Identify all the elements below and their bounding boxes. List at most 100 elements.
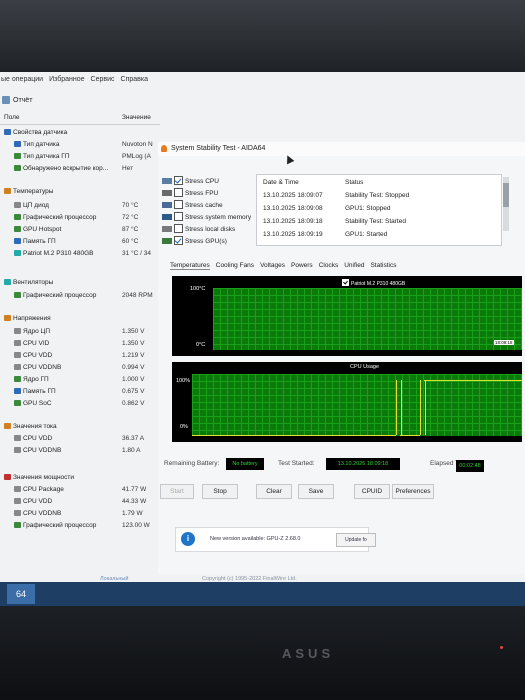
menu-item-favorites[interactable]: Избранное	[49, 76, 84, 90]
sensor-label: Графический процессор	[23, 214, 97, 221]
checkbox-box[interactable]	[174, 212, 183, 221]
sensor-section-header[interactable]: Напряжения	[4, 314, 51, 323]
checkbox-box[interactable]	[174, 224, 183, 233]
column-field[interactable]: Поле	[4, 114, 20, 121]
sensor-row[interactable]: Обнаружено вскрытие кор...	[14, 164, 108, 173]
sensor-row[interactable]: GPU SoC	[14, 399, 52, 408]
sensor-row[interactable]: GPU Hotspot	[14, 225, 61, 234]
sensor-label: Графический процессор	[23, 522, 97, 529]
gpu-icon	[14, 214, 21, 220]
stress-memory-checkbox[interactable]: Stress system memory	[162, 212, 251, 221]
sensor-value: 70 °C	[122, 202, 139, 209]
cpu-icon	[14, 340, 21, 346]
temp-legend[interactable]: Patriot M.2 P310 480GB	[342, 279, 405, 287]
sensor-row[interactable]: Тип датчика	[14, 140, 60, 149]
sensor-row[interactable]: Тип датчика ГП	[14, 152, 70, 161]
gpu-icon	[14, 376, 21, 382]
disk-icon	[162, 226, 172, 232]
sensor-label: Тип датчика ГП	[23, 153, 70, 160]
preferences-button[interactable]: Preferences	[392, 484, 434, 499]
log-scrollbar[interactable]	[503, 177, 509, 231]
sensor-row[interactable]: Patriot M.2 P310 480GB	[14, 249, 93, 258]
log-status: Stability Test: Stopped	[345, 192, 410, 199]
sensor-row[interactable]: CPU Package	[14, 485, 64, 494]
report-icon	[2, 96, 10, 104]
aida-flame-icon	[161, 145, 167, 152]
menu-item-operations[interactable]: ые операции	[1, 76, 43, 90]
start-button[interactable]: Start	[160, 484, 194, 499]
update-button[interactable]: Update fo	[336, 533, 376, 547]
column-header: Поле Значение	[0, 112, 160, 125]
tab-voltages[interactable]: Voltages	[260, 262, 285, 270]
sensor-section-header[interactable]: Вентиляторы	[4, 278, 53, 287]
sensor-label: CPU VDDNB	[23, 364, 62, 371]
stress-cache-checkbox[interactable]: Stress cache	[162, 200, 223, 209]
clear-button[interactable]: Clear	[256, 484, 292, 499]
checkbox-box[interactable]	[174, 200, 183, 209]
sensor-row[interactable]: CPU VDD	[14, 497, 52, 506]
cpu-axis-bottom: 0%	[180, 424, 188, 430]
sensor-row[interactable]: CPU VDD	[14, 434, 52, 443]
sensor-row[interactable]: CPU VDD	[14, 351, 52, 360]
sensor-value: PMLog (A	[122, 153, 151, 160]
status-log[interactable]: Date & Time Status 13.10.2025 18:09:07 S…	[256, 174, 509, 246]
stress-gpu-checkbox[interactable]: Stress GPU(s)	[162, 236, 227, 245]
sensor-value: Nuvoton N	[122, 141, 153, 148]
tab-cooling-fans[interactable]: Cooling Fans	[216, 262, 254, 270]
sensor-section-header[interactable]: Значения мощности	[4, 473, 74, 482]
log-header-date: Date & Time	[263, 179, 299, 186]
tab-clocks[interactable]: Clocks	[319, 262, 339, 270]
sensor-row[interactable]: Графический процессор	[14, 291, 96, 300]
stress-fpu-checkbox[interactable]: Stress FPU	[162, 188, 218, 197]
tab-powers[interactable]: Powers	[291, 262, 313, 270]
sensor-value: Нет	[122, 165, 134, 172]
cpu-grid	[192, 374, 522, 436]
stress-disks-checkbox[interactable]: Stress local disks	[162, 224, 235, 233]
sensor-row[interactable]: CPU VDDNB	[14, 446, 61, 455]
sensor-row[interactable]: CPU VDDNB	[14, 509, 61, 518]
sensor-label: Напряжения	[13, 315, 51, 322]
sensor-row[interactable]: Память ГП	[14, 237, 56, 246]
scroll-thumb[interactable]	[503, 183, 509, 207]
sensor-value: 60 °C	[122, 238, 139, 245]
toolbar: Отчёт	[0, 92, 32, 108]
sensor-value: 1.000 V	[122, 376, 145, 383]
sensor-label: Значения тока	[13, 423, 57, 430]
tab-statistics[interactable]: Statistics	[370, 262, 396, 270]
log-status: Stability Test: Started	[345, 218, 406, 225]
menu-item-service[interactable]: Сервис	[91, 76, 115, 90]
checkbox-box[interactable]	[174, 188, 183, 197]
sensor-section-header[interactable]: Свойства датчика	[4, 128, 67, 137]
sensor-value: 1.350 V	[122, 328, 145, 335]
sensor-row[interactable]: ЦП диод	[14, 201, 49, 210]
report-button[interactable]: Отчёт	[13, 97, 32, 104]
power-icon	[4, 474, 11, 480]
column-value[interactable]: Значение	[122, 114, 151, 121]
tab-temperatures[interactable]: Temperatures	[170, 262, 210, 270]
sensor-row[interactable]: Память ГП	[14, 387, 56, 396]
tab-unified[interactable]: Unified	[344, 262, 364, 270]
sensor-section-header[interactable]: Температуры	[4, 187, 53, 196]
checkbox-box[interactable]	[174, 176, 183, 185]
taskbar-app-64[interactable]: 64	[7, 584, 35, 604]
stress-cpu-checkbox[interactable]: Stress CPU	[162, 176, 219, 185]
disk-icon	[14, 250, 21, 256]
temp-axis-top: 100°C	[190, 286, 206, 292]
checkbox-box[interactable]	[174, 236, 183, 245]
sensor-row[interactable]: Графический процессор	[14, 521, 96, 530]
sensor-row[interactable]: Ядро ГП	[14, 375, 49, 384]
sensor-label: CPU Package	[23, 486, 64, 493]
check-icon	[14, 165, 21, 171]
menu-item-help[interactable]: Справка	[121, 76, 148, 90]
legend-checkbox[interactable]	[342, 279, 349, 286]
sensor-row[interactable]: Графический процессор	[14, 213, 96, 222]
cpuid-button[interactable]: CPUID	[354, 484, 390, 499]
save-button[interactable]: Save	[298, 484, 334, 499]
sensor-row[interactable]: CPU VID	[14, 339, 49, 348]
window-titlebar[interactable]: System Stability Test - AIDA64	[158, 142, 525, 156]
sensor-row[interactable]: Ядро ЦП	[14, 327, 50, 336]
stop-button[interactable]: Stop	[202, 484, 238, 499]
cpu-usage-line	[192, 435, 396, 436]
sensor-section-header[interactable]: Значения тока	[4, 422, 57, 431]
sensor-row[interactable]: CPU VDDNB	[14, 363, 61, 372]
